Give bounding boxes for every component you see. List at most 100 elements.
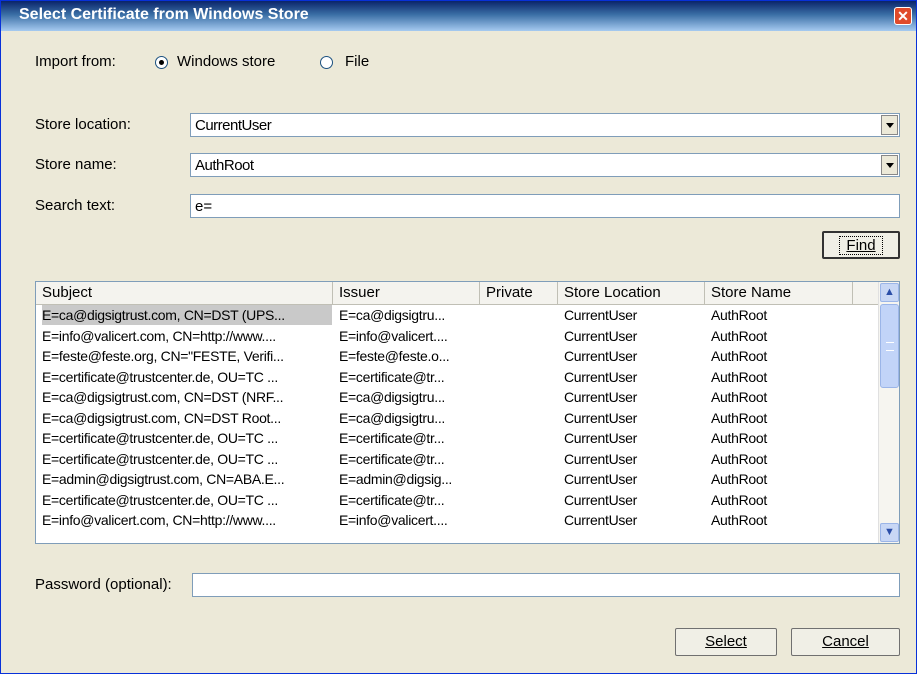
chevron-down-icon[interactable]: [881, 155, 898, 175]
table-row[interactable]: E=certificate@trustcenter.de, OU=TC ... E…: [36, 367, 874, 387]
cell-issuer: E=certificate@tr...: [339, 368, 445, 385]
cell-store-name: AuthRoot: [711, 512, 767, 528]
cell-private: [486, 408, 556, 428]
cell-store-location: CurrentUser: [564, 491, 637, 508]
cell-issuer: E=ca@digsigtru...: [339, 307, 445, 323]
cancel-button-label: Cancel: [822, 633, 869, 650]
password-label: Password (optional):: [35, 576, 172, 593]
column-store-name[interactable]: Store Name: [705, 282, 853, 304]
column-subject[interactable]: Subject: [36, 282, 333, 304]
store-name-value: AuthRoot: [195, 157, 254, 174]
cell-store-name: AuthRoot: [711, 450, 767, 467]
cell-subject: E=certificate@trustcenter.de, OU=TC ...: [42, 368, 278, 385]
table-row[interactable]: E=ca@digsigtrust.com, CN=DST Root... E=ca…: [36, 408, 874, 428]
store-location-label: Store location:: [35, 116, 131, 133]
window-title: Select Certificate from Windows Store: [19, 6, 309, 23]
import-from-label: Import from:: [35, 53, 116, 70]
cell-private: [486, 326, 556, 346]
cell-subject: E=info@valicert.com, CN=http://www....: [42, 512, 276, 528]
scroll-down-icon[interactable]: ▼: [880, 523, 899, 542]
scroll-up-icon[interactable]: ▲: [880, 283, 899, 302]
search-input-value: e=: [195, 198, 213, 215]
radio-windows-store[interactable]: [155, 56, 168, 69]
cell-issuer: E=certificate@tr...: [339, 430, 445, 446]
cell-store-name: AuthRoot: [711, 327, 767, 344]
table-row[interactable]: E=certificate@trustcenter.de, OU=TC ... E…: [36, 449, 874, 469]
cell-private: [486, 510, 556, 530]
cell-store-location: CurrentUser: [564, 368, 637, 385]
search-input[interactable]: e=: [190, 194, 900, 218]
table-row[interactable]: E=info@valicert.com, CN=http://www.... E=…: [36, 326, 874, 346]
cell-store-location: CurrentUser: [564, 450, 637, 467]
close-icon[interactable]: ✕: [894, 7, 912, 25]
store-name-combo[interactable]: AuthRoot: [190, 153, 900, 177]
cell-issuer: E=certificate@tr...: [339, 450, 445, 467]
cell-private: [486, 305, 556, 325]
cell-issuer: E=info@valicert....: [339, 327, 448, 344]
cell-subject: E=ca@digsigtrust.com, CN=DST (NRF...: [42, 389, 284, 405]
radio-file[interactable]: [320, 56, 333, 69]
cell-store-name: AuthRoot: [711, 348, 767, 364]
cell-store-location: CurrentUser: [564, 409, 637, 426]
grip-icon: [886, 342, 894, 351]
scrollbar-thumb[interactable]: [880, 304, 899, 388]
cell-issuer: E=feste@feste.o...: [339, 348, 450, 364]
table-row[interactable]: E=certificate@trustcenter.de, OU=TC ... E…: [36, 490, 874, 510]
find-button[interactable]: Find: [822, 231, 900, 259]
cell-store-name: AuthRoot: [711, 409, 767, 426]
vertical-scrollbar[interactable]: ▲ ▼: [878, 282, 899, 543]
password-input[interactable]: [192, 573, 900, 597]
table-row[interactable]: E=certificate@trustcenter.de, OU=TC ... E…: [36, 428, 874, 448]
radio-file-label[interactable]: File: [345, 53, 369, 70]
cell-private: [486, 490, 556, 510]
cell-issuer: E=ca@digsigtru...: [339, 409, 445, 426]
table-row[interactable]: E=info@valicert.com, CN=http://www.... E=…: [36, 510, 874, 530]
cell-issuer: E=certificate@tr...: [339, 491, 445, 508]
certificate-dialog: Select Certificate from Windows Store ✕ …: [0, 0, 917, 674]
cell-store-location: CurrentUser: [564, 327, 637, 344]
cell-store-location: CurrentUser: [564, 471, 637, 487]
cell-subject: E=feste@feste.org, CN="FESTE, Verifi...: [42, 348, 284, 364]
cell-store-name: AuthRoot: [711, 389, 767, 405]
select-button[interactable]: Select: [675, 628, 777, 656]
cell-private: [486, 367, 556, 387]
column-store-location[interactable]: Store Location: [558, 282, 705, 304]
certificate-list[interactable]: Subject Issuer Private Store Location St…: [35, 281, 900, 544]
table-row[interactable]: E=ca@digsigtrust.com, CN=DST (NRF... E=ca…: [36, 387, 874, 407]
cell-store-name: AuthRoot: [711, 491, 767, 508]
cell-subject: E=ca@digsigtrust.com, CN=DST Root...: [42, 409, 281, 426]
radio-windows-store-label[interactable]: Windows store: [177, 53, 275, 70]
cell-store-location: CurrentUser: [564, 348, 637, 364]
cell-private: [486, 469, 556, 489]
column-issuer[interactable]: Issuer: [333, 282, 480, 304]
cell-store-location: CurrentUser: [564, 430, 637, 446]
column-private[interactable]: Private: [480, 282, 558, 304]
table-row[interactable]: E=admin@digsigtrust.com, CN=ABA.E... E=ad…: [36, 469, 874, 489]
select-button-label: Select: [705, 633, 747, 650]
store-location-combo[interactable]: CurrentUser: [190, 113, 900, 137]
cell-private: [486, 346, 556, 366]
cell-issuer: E=ca@digsigtru...: [339, 389, 445, 405]
store-name-label: Store name:: [35, 156, 117, 173]
table-row[interactable]: E=ca@digsigtrust.com, CN=DST (UPS... E=ca…: [36, 305, 874, 325]
cell-subject: E=certificate@trustcenter.de, OU=TC ...: [42, 450, 278, 467]
chevron-down-icon[interactable]: [881, 115, 898, 135]
store-location-value: CurrentUser: [195, 117, 272, 134]
cell-store-name: AuthRoot: [711, 307, 767, 323]
cell-subject: E=certificate@trustcenter.de, OU=TC ...: [42, 430, 278, 446]
list-header: Subject Issuer Private Store Location St…: [36, 282, 881, 305]
cell-issuer: E=admin@digsig...: [339, 471, 453, 487]
cell-private: [486, 449, 556, 469]
title-bar[interactable]: Select Certificate from Windows Store ✕: [1, 1, 916, 31]
cancel-button[interactable]: Cancel: [791, 628, 900, 656]
cell-store-location: CurrentUser: [564, 307, 637, 323]
cell-store-name: AuthRoot: [711, 471, 767, 487]
cell-private: [486, 387, 556, 407]
cell-subject: E=ca@digsigtrust.com, CN=DST (UPS...: [42, 305, 332, 325]
cell-store-location: CurrentUser: [564, 389, 637, 405]
cell-store-name: AuthRoot: [711, 430, 767, 446]
table-row[interactable]: E=feste@feste.org, CN="FESTE, Verifi... E…: [36, 346, 874, 366]
cell-store-location: CurrentUser: [564, 512, 637, 528]
find-button-label: Find: [839, 236, 883, 255]
cell-private: [486, 428, 556, 448]
